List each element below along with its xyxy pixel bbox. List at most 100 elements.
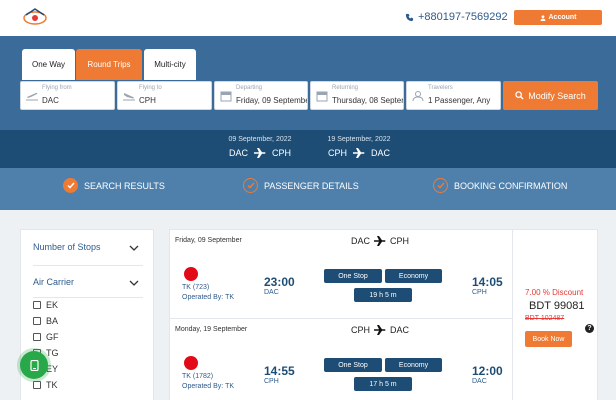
carrier-code: EK — [46, 300, 59, 310]
checkbox[interactable] — [33, 381, 41, 389]
leg-date: Monday, 19 September — [175, 326, 248, 333]
chevron-down-icon[interactable] — [129, 245, 139, 251]
returning-label: Returning — [332, 85, 359, 91]
booking-steps: SEARCH RESULTS PASSENGER DETAILS BOOKING… — [0, 168, 616, 210]
carrier-option[interactable]: TK — [33, 380, 58, 390]
price-column: 7.00 % Discount BDT 99081 BDT 102487 Boo… — [512, 230, 598, 400]
airline-logo-icon — [184, 267, 198, 281]
travelers-label: Travelers — [428, 85, 453, 91]
account-label: Account — [548, 14, 577, 21]
leg-date: Friday, 09 September — [175, 237, 242, 244]
flying-to-label: Flying to — [139, 85, 162, 91]
step-search-results: SEARCH RESULTS — [63, 178, 165, 193]
plane-icon — [353, 148, 365, 158]
route-to: CPH — [390, 236, 410, 246]
plane-icon — [374, 325, 386, 335]
returning-date-field[interactable]: Returning Thursday, 08 Septen — [310, 81, 404, 110]
stops-badge[interactable]: One Stop — [324, 269, 382, 283]
help-icon[interactable]: ? — [585, 324, 594, 333]
checkbox[interactable] — [33, 333, 41, 341]
route-from: DAC — [351, 236, 371, 246]
calendar-icon — [220, 91, 232, 102]
flying-from-field[interactable]: Flying from DAC — [20, 81, 115, 110]
check-icon — [243, 178, 258, 193]
current-price: BDT 99081 — [529, 300, 585, 312]
inbound-date: 19 September, 2022 — [327, 136, 391, 143]
departure-time: 23:00 — [264, 275, 295, 289]
step-label: BOOKING CONFIRMATION — [454, 180, 568, 191]
check-icon — [63, 178, 78, 193]
flying-to-value: CPH — [139, 96, 156, 105]
departing-label: Departing — [236, 85, 263, 91]
step-booking-confirmation: BOOKING CONFIRMATION — [433, 178, 567, 193]
chevron-down-icon[interactable] — [129, 280, 139, 286]
phone-icon — [405, 13, 414, 21]
carrier-code: TK — [46, 380, 58, 390]
modify-search-button[interactable]: Modify Search — [503, 81, 598, 110]
discount-label: 7.00 % Discount — [525, 288, 584, 297]
step-label: SEARCH RESULTS — [84, 180, 165, 191]
chat-button[interactable] — [20, 351, 48, 379]
flying-to-field[interactable]: Flying to CPH — [117, 81, 212, 110]
cabin-badge[interactable]: Economy — [385, 358, 442, 372]
route-from: CPH — [351, 325, 371, 335]
operated-by: Operated By: TK — [182, 294, 235, 301]
calendar-icon — [316, 91, 328, 102]
duration-badge: 19 h 5 m — [354, 288, 412, 302]
takeoff-icon — [26, 92, 38, 101]
filter-carrier-title[interactable]: Air Carrier — [33, 277, 74, 287]
landing-icon — [123, 93, 135, 101]
checkbox[interactable] — [33, 301, 41, 309]
tab-one-way[interactable]: One Way — [22, 49, 75, 80]
outbound-summary: 09 September, 2022 DAC CPH — [222, 136, 298, 158]
departing-date-field[interactable]: Departing Friday, 09 Septembe — [214, 81, 308, 110]
checkbox[interactable] — [33, 317, 41, 325]
phone-number[interactable]: +880197-7569292 — [405, 11, 508, 23]
logo-icon[interactable] — [22, 5, 48, 27]
departure-code: DAC — [264, 289, 279, 296]
stops-badge[interactable]: One Stop — [324, 358, 382, 372]
outbound-to: CPH — [272, 148, 292, 158]
step-label: PASSENGER DETAILS — [264, 180, 359, 191]
account-button[interactable]: Account — [514, 10, 602, 25]
tab-round-trips[interactable]: Round Trips — [76, 49, 142, 80]
arrival-time: 14:05 — [472, 275, 503, 289]
plane-icon — [374, 236, 386, 246]
user-icon — [412, 91, 424, 102]
search-panel: One Way Round Trips Multi-city Flying fr… — [0, 36, 616, 130]
phone-icon — [29, 359, 39, 371]
plane-icon — [254, 148, 266, 158]
inbound-from: CPH — [327, 148, 347, 158]
flight-number: TK (723) — [182, 284, 210, 291]
original-price: BDT 102487 — [525, 315, 565, 322]
modify-search-label: Modify Search — [528, 90, 586, 101]
carrier-option[interactable]: GF — [33, 332, 59, 342]
duration-badge: 17 h 5 m — [354, 377, 412, 391]
search-icon — [515, 91, 524, 100]
flight-result-card: Friday, 09 September DAC CPH TK (723) Op… — [169, 229, 598, 400]
flying-from-value: DAC — [42, 96, 59, 105]
book-now-button[interactable]: Book Now — [525, 331, 572, 347]
cabin-badge[interactable]: Economy — [385, 269, 442, 283]
carrier-option[interactable]: BA — [33, 316, 58, 326]
route-summary-bar: 09 September, 2022 DAC CPH 19 September,… — [0, 130, 616, 168]
departing-value: Friday, 09 Septembe — [236, 96, 308, 105]
leg-route: CPH DAC — [351, 325, 409, 335]
filter-stops-title[interactable]: Number of Stops — [33, 242, 101, 252]
inbound-summary: 19 September, 2022 CPH DAC — [321, 136, 397, 158]
travelers-field[interactable]: Travelers 1 Passenger, Any — [406, 81, 501, 110]
flight-number: TK (1782) — [182, 373, 214, 380]
user-icon — [540, 14, 545, 21]
phone-text: +880197-7569292 — [418, 11, 508, 23]
inbound-to: DAC — [371, 148, 391, 158]
carrier-code: BA — [46, 316, 59, 326]
carrier-option[interactable]: EK — [33, 300, 58, 310]
tab-multi-city[interactable]: Multi-city — [144, 49, 196, 80]
arrival-code: DAC — [472, 378, 487, 385]
returning-value: Thursday, 08 Septen — [332, 96, 404, 105]
arrival-code: CPH — [472, 289, 487, 296]
step-passenger-details: PASSENGER DETAILS — [243, 178, 359, 193]
outbound-leg: Friday, 09 September DAC CPH TK (723) Op… — [170, 230, 512, 318]
inbound-leg: Monday, 19 September CPH DAC TK (1782) O… — [170, 318, 512, 400]
divider — [33, 265, 143, 266]
